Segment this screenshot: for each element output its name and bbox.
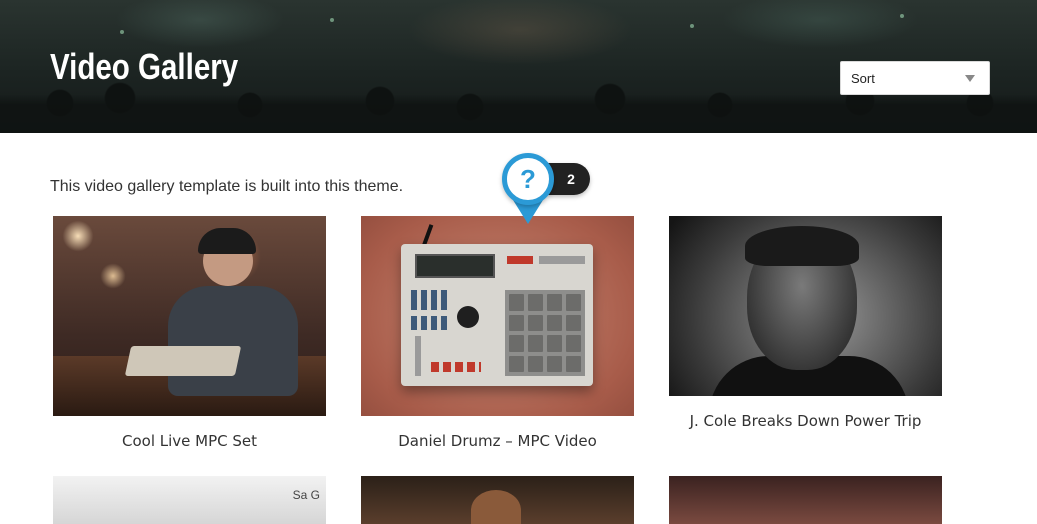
sort-selected-value: Sort <box>851 70 875 86</box>
video-thumbnail[interactable] <box>361 476 634 524</box>
mpc-screen <box>415 254 495 278</box>
mpc-pad <box>547 294 562 311</box>
mpc-buttons <box>411 316 451 330</box>
video-card[interactable]: Sa G <box>53 476 326 524</box>
video-title-link[interactable]: Daniel Drumz – MPC Video <box>361 432 634 450</box>
mpc-buttons <box>411 290 451 310</box>
video-card[interactable] <box>361 476 634 524</box>
video-thumbnail[interactable] <box>361 216 634 416</box>
video-card[interactable]: J. Cole Breaks Down Power Trip <box>669 216 942 430</box>
mpc-logo <box>507 256 533 264</box>
mpc-pad <box>566 294 581 311</box>
mpc-pad <box>509 294 524 311</box>
page-title: Video Gallery <box>50 46 239 87</box>
mpc-pad <box>547 335 562 352</box>
mpc-pad <box>528 294 543 311</box>
video-title-link[interactable]: Cool Live MPC Set <box>53 432 326 450</box>
chevron-down-icon <box>965 75 975 82</box>
mpc-pad <box>509 335 524 352</box>
mpc-pad <box>566 355 581 372</box>
mpc-pad <box>566 335 581 352</box>
help-count-badge[interactable]: 2 <box>548 163 590 195</box>
video-thumbnail[interactable]: Sa G <box>53 476 326 524</box>
video-title-link[interactable]: J. Cole Breaks Down Power Trip <box>669 412 942 430</box>
mpc-slider <box>415 336 421 376</box>
mpc-pad <box>566 314 581 331</box>
mpc-pads <box>505 290 585 376</box>
light-spark <box>900 14 904 18</box>
sort-dropdown[interactable]: Sort <box>840 61 990 95</box>
light-spark <box>120 30 124 34</box>
mpc-knob <box>457 306 479 328</box>
thumbnail-drum-machine <box>124 346 242 376</box>
mpc-pad <box>528 355 543 372</box>
mpc-model-label <box>539 256 585 264</box>
thumbnail-cap <box>198 228 256 254</box>
video-card[interactable] <box>669 476 942 524</box>
thumbnail-person <box>471 490 521 524</box>
video-card[interactable]: Daniel Drumz – MPC Video <box>361 216 634 450</box>
mpc-pad <box>528 335 543 352</box>
mpc-pad <box>547 314 562 331</box>
light-spark <box>330 18 334 22</box>
mpc-red-buttons <box>431 362 481 372</box>
question-icon[interactable]: ? <box>502 153 554 205</box>
light-spark <box>690 24 694 28</box>
mpc-pad <box>509 314 524 331</box>
video-thumbnail[interactable] <box>53 216 326 416</box>
thumbnail-text: Sa G <box>292 488 320 502</box>
intro-text: This video gallery template is built int… <box>50 178 404 195</box>
thumbnail-mpc-sampler <box>401 244 593 386</box>
video-thumbnail[interactable] <box>669 216 942 396</box>
video-card[interactable]: Cool Live MPC Set <box>53 216 326 450</box>
mpc-pad <box>528 314 543 331</box>
mpc-pad <box>509 355 524 372</box>
thumbnail-person <box>168 286 298 396</box>
thumbnail-hair <box>745 226 859 266</box>
mpc-pad <box>547 355 562 372</box>
video-thumbnail[interactable] <box>669 476 942 524</box>
